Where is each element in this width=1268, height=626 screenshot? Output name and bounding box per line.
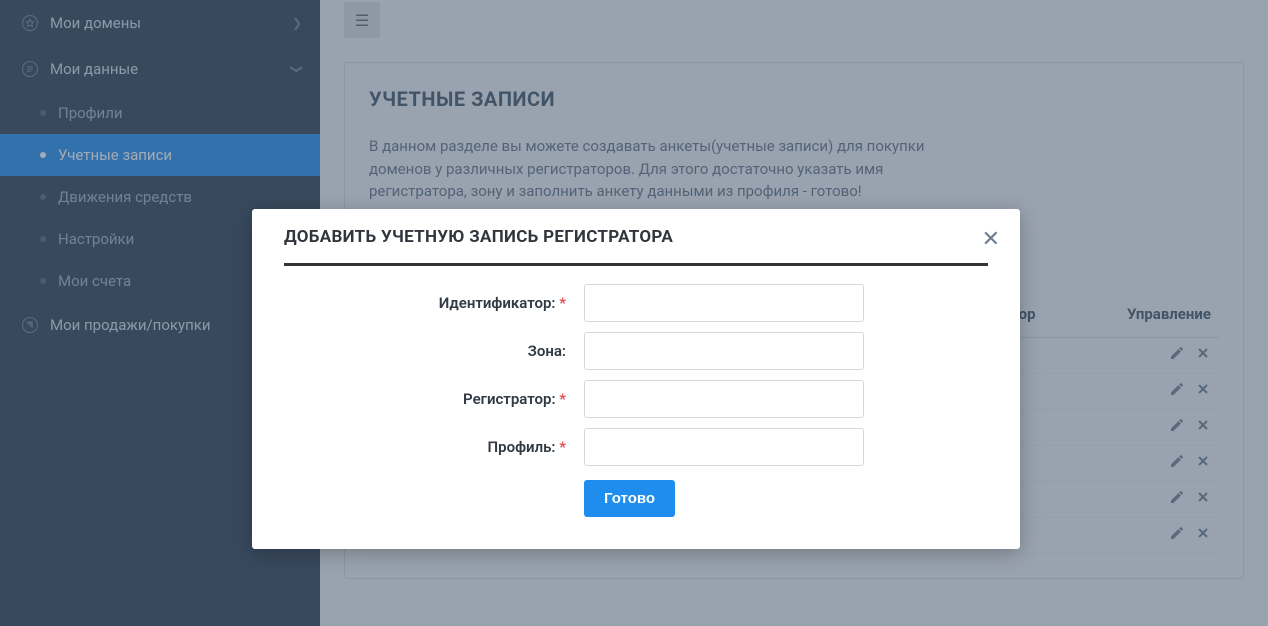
zone-input[interactable] — [584, 332, 864, 370]
identifier-label: Идентификатор: * — [284, 294, 584, 312]
profile-input[interactable] — [584, 428, 864, 466]
profile-label: Профиль: * — [284, 438, 584, 456]
modal-close-button[interactable]: ✕ — [982, 227, 1000, 252]
form-row-identifier: Идентификатор: * — [284, 284, 988, 322]
registrar-input[interactable] — [584, 380, 864, 418]
form-row-zone: Зона: — [284, 332, 988, 370]
form-row-profile: Профиль: * — [284, 428, 988, 466]
modal-title: ДОБАВИТЬ УЧЕТНУЮ ЗАПИСЬ РЕГИСТРАТОРА — [284, 227, 988, 266]
required-mark: * — [559, 390, 566, 408]
registrar-label: Регистратор: * — [284, 390, 584, 408]
identifier-input[interactable] — [584, 284, 864, 322]
zone-label: Зона: — [284, 342, 584, 360]
form-row-registrar: Регистратор: * — [284, 380, 988, 418]
submit-button[interactable]: Готово — [584, 480, 675, 517]
required-mark: * — [559, 438, 566, 456]
required-mark: * — [559, 294, 566, 312]
add-account-modal: ✕ ДОБАВИТЬ УЧЕТНУЮ ЗАПИСЬ РЕГИСТРАТОРА И… — [252, 209, 1020, 549]
